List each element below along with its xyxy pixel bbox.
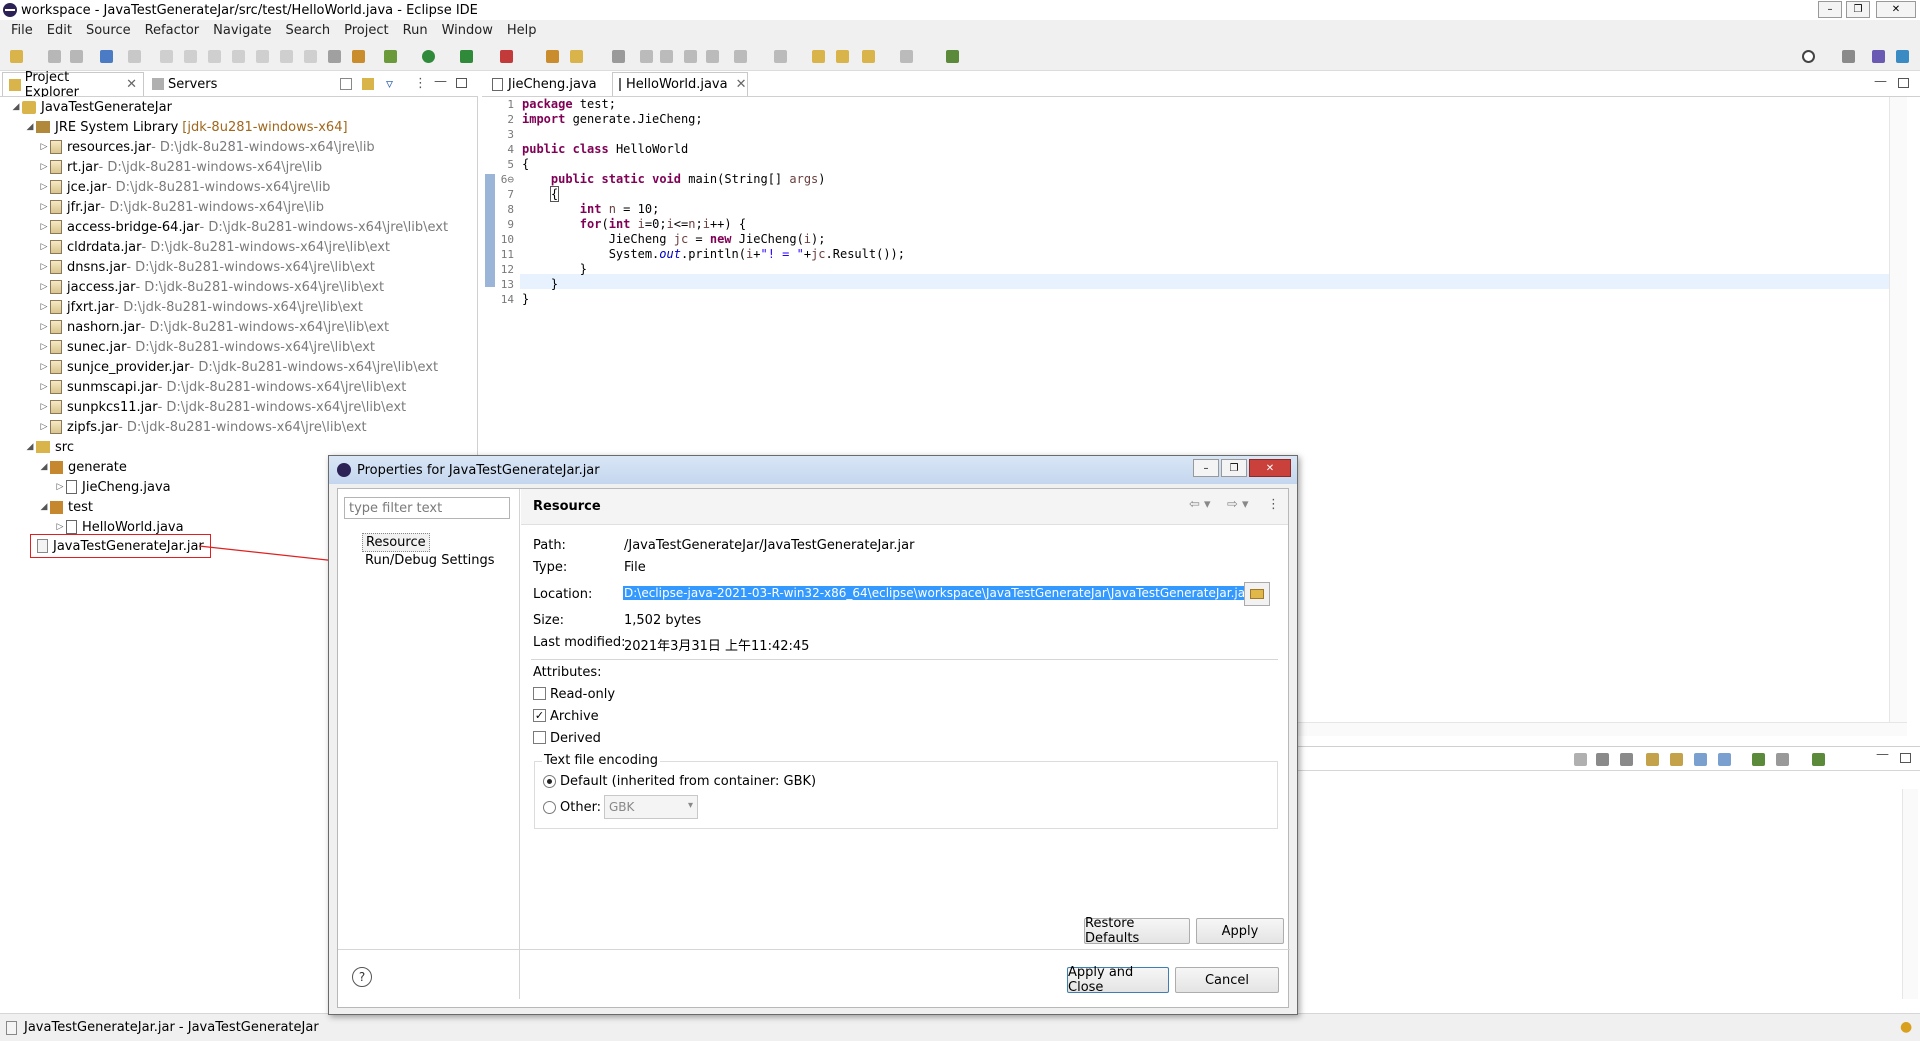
- code-line: JieCheng jc = new JieCheng(i);: [522, 232, 826, 246]
- line-number: 3: [507, 128, 514, 141]
- code-line: }: [522, 277, 559, 291]
- dialog-body: type filter text Resource Run/Debug Sett…: [337, 488, 1290, 1008]
- size-value: 1,502 bytes: [624, 613, 702, 628]
- open-location-button[interactable]: [1244, 582, 1270, 606]
- open-console-icon[interactable]: [1752, 753, 1765, 766]
- remove-all-icon[interactable]: [1620, 753, 1633, 766]
- line-number: 10: [500, 233, 514, 246]
- code-line: package test;: [522, 97, 616, 111]
- type-value: File: [624, 560, 646, 575]
- line-number: 14: [500, 293, 514, 306]
- apply-button[interactable]: Apply: [1196, 918, 1284, 944]
- status-text: JavaTestGenerateJar.jar - JavaTestGenera…: [24, 1020, 319, 1035]
- code-line: }: [522, 262, 588, 276]
- code-line: public class HelloWorld: [522, 142, 689, 156]
- scroll-lock-icon[interactable]: [1646, 753, 1659, 766]
- forward-arrow-icon[interactable]: ⇨ ▾: [1227, 497, 1249, 512]
- file-icon: [6, 1021, 17, 1035]
- nav-resource[interactable]: Resource: [362, 533, 430, 552]
- separator: [531, 659, 1278, 660]
- java-file-icon: [619, 78, 621, 91]
- word-wrap-icon[interactable]: [1670, 753, 1683, 766]
- encoding-select[interactable]: GBK ▾: [604, 795, 698, 819]
- line-number: 13: [500, 278, 514, 291]
- dialog-title: Properties for JavaTestGenerateJar.jar: [357, 462, 600, 478]
- line-number: 2: [507, 113, 514, 126]
- folder-icon: [1250, 589, 1264, 599]
- editor-tabbar: JieCheng.java HelloWorld.java ✕ —: [482, 72, 1920, 97]
- readonly-checkbox[interactable]: [533, 687, 546, 700]
- console-menu-icon[interactable]: [1776, 753, 1789, 766]
- line-number: 5: [507, 158, 514, 171]
- resource-header: Resource ⇦ ▾ ⇨ ▾ ⋮: [521, 489, 1288, 525]
- pin-console-icon[interactable]: [1694, 753, 1707, 766]
- dialog-close-icon[interactable]: ✕: [1249, 459, 1291, 477]
- code-line: {: [522, 157, 530, 171]
- tab-jiecheng-java[interactable]: JieCheng.java: [486, 72, 608, 96]
- line-number: 8: [507, 203, 514, 216]
- terminate-console-icon[interactable]: [1574, 753, 1587, 766]
- line-number: 6⊖: [500, 173, 514, 186]
- filter-input[interactable]: type filter text: [344, 497, 510, 519]
- current-line-highlight: [520, 274, 1890, 289]
- code-line: int n = 10;: [579, 202, 660, 216]
- minimize-view-icon[interactable]: —: [1874, 74, 1887, 89]
- console-panel: —: [1298, 746, 1920, 1013]
- modified-value: 2021年3月31日 上午11:42:45: [624, 639, 810, 654]
- console-toolbar: —: [1298, 747, 1920, 771]
- other-encoding-radio[interactable]: [543, 801, 556, 814]
- code-line: }: [522, 292, 530, 306]
- location-value[interactable]: D:\eclipse-java-2021-03-R-win32-x86_64\e…: [623, 586, 1252, 600]
- status-bar: JavaTestGenerateJar.jar - JavaTestGenera…: [0, 1013, 1920, 1041]
- dialog-maximize-icon[interactable]: ❐: [1221, 459, 1247, 477]
- archive-checkbox[interactable]: ✓: [533, 709, 546, 722]
- default-encoding-radio[interactable]: [543, 775, 556, 788]
- section-title: Resource: [533, 499, 601, 514]
- minimize-view-icon[interactable]: —: [1876, 747, 1889, 762]
- display-console-icon[interactable]: [1718, 753, 1731, 766]
- maximize-view-icon[interactable]: [1898, 78, 1909, 88]
- remove-launch-icon[interactable]: [1596, 753, 1609, 766]
- dialog-title-bar: Properties for JavaTestGenerateJar.jar –…: [329, 456, 1297, 484]
- tab-helloworld-java[interactable]: HelloWorld.java ✕: [612, 72, 748, 96]
- line-number: 4: [507, 143, 514, 156]
- restore-defaults-button[interactable]: Restore Defaults: [1084, 916, 1190, 946]
- properties-dialog: Properties for JavaTestGenerateJar.jar –…: [328, 455, 1298, 1015]
- code-line: public static void main(String[] args): [550, 172, 826, 186]
- derived-checkbox[interactable]: [533, 731, 546, 744]
- eclipse-logo-icon: [337, 463, 351, 477]
- tip-icon[interactable]: ●: [1900, 1019, 1912, 1035]
- nav-run-debug-settings[interactable]: Run/Debug Settings: [365, 553, 495, 568]
- line-number: 9: [507, 218, 514, 231]
- java-file-icon: [492, 77, 503, 91]
- maximize-view-icon[interactable]: [1900, 753, 1911, 763]
- new-console-icon[interactable]: [1812, 753, 1825, 766]
- close-icon[interactable]: ✕: [736, 77, 747, 92]
- encoding-group-title: Text file encoding: [542, 753, 661, 768]
- code-line: import generate.JieCheng;: [522, 112, 703, 126]
- console-scrollbar[interactable]: [1902, 789, 1918, 999]
- back-arrow-icon[interactable]: ⇦ ▾: [1189, 497, 1211, 512]
- cancel-button[interactable]: Cancel: [1175, 967, 1279, 993]
- path-value: /JavaTestGenerateJar/JavaTestGenerateJar…: [624, 538, 915, 553]
- code-line: {: [549, 186, 560, 202]
- apply-and-close-button[interactable]: Apply and Close: [1067, 965, 1169, 995]
- change-ruler: [485, 174, 495, 287]
- line-number: 11: [500, 248, 514, 261]
- line-number: 12: [500, 263, 514, 276]
- line-number: 1: [507, 98, 514, 111]
- line-number: 7: [507, 188, 514, 201]
- editor-vertical-scrollbar[interactable]: [1889, 97, 1907, 722]
- code-line: for(int i=0;i<=n;i++) {: [579, 217, 747, 231]
- dialog-menu-icon[interactable]: ⋮: [1267, 497, 1280, 512]
- dialog-minimize-icon[interactable]: –: [1193, 459, 1219, 477]
- separator: [338, 949, 1290, 950]
- help-icon[interactable]: ?: [352, 967, 372, 987]
- code-line: System.out.println(i+"! = "+jc.Result())…: [522, 247, 905, 261]
- dialog-nav: type filter text Resource Run/Debug Sett…: [338, 489, 520, 999]
- chevron-down-icon: ▾: [687, 800, 693, 811]
